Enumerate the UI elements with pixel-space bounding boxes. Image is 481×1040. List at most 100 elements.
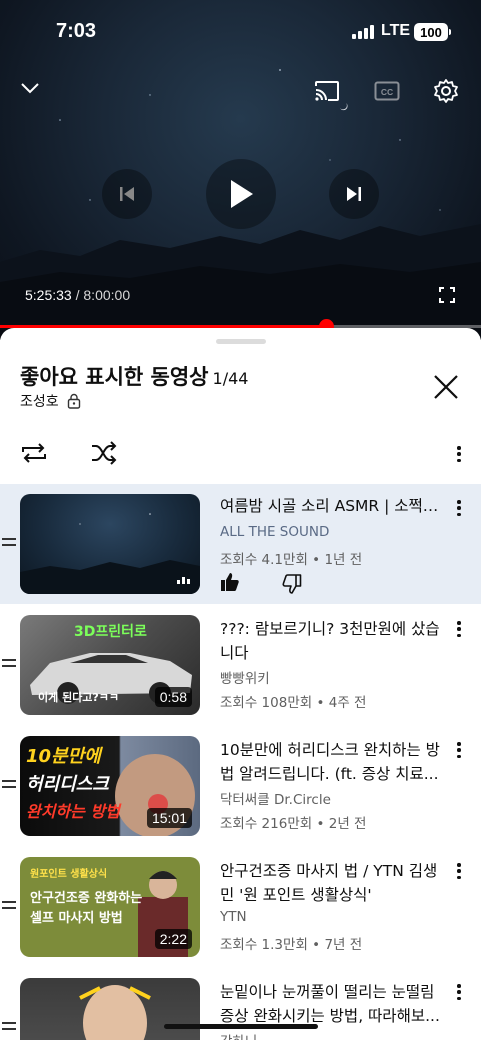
meta-separator: • bbox=[316, 695, 325, 711]
close-icon bbox=[434, 375, 458, 399]
video-title[interactable]: 여름밤 시골 소리 ASMR | 소쩍새 소리 bbox=[220, 494, 448, 518]
video-thumbnail[interactable]: 10분만에 허리디스크 완치하는 방법 15:01 bbox=[20, 736, 200, 836]
drag-reorder-icon[interactable] bbox=[2, 538, 16, 550]
thumbnail-caption-1: 10분만에 bbox=[26, 746, 101, 767]
list-item[interactable]: 10분만에 허리디스크 완치하는 방법 15:01 10분만에 허리디스크 완치… bbox=[0, 726, 481, 846]
cast-button[interactable] bbox=[310, 76, 344, 106]
minimize-button[interactable] bbox=[14, 74, 46, 102]
thumbnail-caption-3: 완치하는 방법 bbox=[26, 802, 120, 821]
drag-handle[interactable] bbox=[216, 339, 266, 344]
close-button[interactable] bbox=[430, 371, 462, 403]
playlist-title: 좋아요 표시한 동영상 1/44 bbox=[20, 361, 248, 391]
network-type: LTE bbox=[381, 22, 411, 39]
video-thumbnail[interactable]: 3D프린터로 이게 된다고?ㅋㅋ 0:58 bbox=[20, 615, 200, 715]
chevron-down-icon bbox=[21, 83, 39, 94]
current-time: 5:25:33 bbox=[25, 287, 72, 303]
cellular-signal-icon bbox=[352, 25, 374, 39]
captions-icon: CC bbox=[374, 81, 400, 101]
home-indicator[interactable] bbox=[164, 1024, 318, 1029]
meta-separator: • bbox=[316, 816, 325, 832]
repeat-icon bbox=[22, 443, 46, 463]
meta-separator: • bbox=[312, 937, 321, 953]
thumbs-up-filled-icon bbox=[221, 573, 239, 591]
play-icon bbox=[231, 180, 253, 208]
upload-age: 1년 전 bbox=[324, 552, 363, 568]
battery-icon: 100 bbox=[414, 23, 448, 41]
playlist-owner: 조성호 bbox=[20, 391, 81, 411]
playlist-position: 1/44 bbox=[212, 369, 249, 388]
view-count: 조회수 1.3만회 bbox=[220, 937, 308, 953]
channel-name: 강하니 bbox=[220, 1030, 257, 1040]
duration-badge: 15:01 bbox=[146, 808, 192, 828]
shuffle-icon bbox=[92, 441, 117, 465]
shuffle-button[interactable] bbox=[90, 440, 118, 470]
play-button[interactable] bbox=[206, 159, 276, 229]
thumbnail-caption-bottom: 이게 된다고?ㅋㅋ bbox=[38, 691, 120, 704]
thumbnail-caption-2: 허리디스크 bbox=[26, 774, 109, 795]
upload-age: 7년 전 bbox=[324, 937, 363, 953]
like-button[interactable] bbox=[220, 572, 240, 596]
video-thumbnail[interactable] bbox=[20, 494, 200, 594]
video-meta: 조회수 108만회 • 4주 전 bbox=[220, 691, 366, 711]
channel-name: ALL THE SOUND bbox=[220, 524, 330, 540]
playlist-panel: 좋아요 표시한 동영상 1/44 조성호 여름밤 시골 소리 ASMR | 소쩍… bbox=[0, 328, 481, 1040]
time-separator: / bbox=[71, 287, 84, 303]
status-time: 7:03 bbox=[56, 20, 97, 42]
settings-button[interactable] bbox=[430, 75, 462, 107]
drag-reorder-icon[interactable] bbox=[2, 659, 16, 671]
view-count: 조회수 216만회 bbox=[220, 816, 313, 832]
list-item[interactable]: 여름밤 시골 소리 ASMR | 소쩍새 소리 ALL THE SOUND 조회… bbox=[0, 484, 481, 604]
playlist-more-button[interactable] bbox=[452, 444, 466, 464]
dislike-button[interactable] bbox=[282, 574, 302, 598]
list-item[interactable]: 3D프린터로 이게 된다고?ㅋㅋ 0:58 ???: 람보르기니? 3천만원에 … bbox=[0, 605, 481, 725]
battery-level: 100 bbox=[420, 24, 442, 40]
drag-reorder-icon[interactable] bbox=[2, 901, 16, 913]
upload-age: 2년 전 bbox=[328, 816, 367, 832]
fullscreen-icon bbox=[439, 287, 455, 303]
skip-previous-icon bbox=[120, 187, 134, 201]
video-meta: 조회수 1.3만회 • 7년 전 bbox=[220, 933, 362, 953]
duration-badge: 2:22 bbox=[154, 929, 192, 949]
meta-separator: • bbox=[312, 552, 321, 568]
channel-name: 닥터써클 Dr.Circle bbox=[220, 792, 331, 808]
battery-tip bbox=[449, 29, 451, 35]
previous-button[interactable] bbox=[102, 169, 152, 219]
duration: 8:00:00 bbox=[83, 287, 131, 303]
gear-icon bbox=[434, 79, 458, 103]
next-button[interactable] bbox=[329, 169, 379, 219]
video-title[interactable]: ???: 람보르기니? 3천만원에 샀습니다 bbox=[220, 617, 448, 665]
night-sky-thumbnail bbox=[20, 513, 200, 594]
drag-reorder-icon[interactable] bbox=[2, 780, 16, 792]
video-more-button[interactable] bbox=[452, 861, 466, 881]
thumbnail-caption: 3D프린터로 bbox=[74, 621, 147, 641]
thumbnail-caption-3: 셀프 마사지 방법 bbox=[30, 911, 123, 926]
svg-text:CC: CC bbox=[381, 87, 393, 97]
time-display: 5:25:33 / 8:00:00 bbox=[25, 287, 130, 303]
video-more-button[interactable] bbox=[452, 740, 466, 760]
video-title[interactable]: 눈밑이나 눈꺼풀이 떨리는 눈떨림 증상 완화시키는 방법, 따라해보... bbox=[220, 980, 448, 1028]
status-bar: 7:03 LTE 100 bbox=[0, 0, 481, 60]
captions-button[interactable]: CC bbox=[372, 78, 402, 104]
video-player[interactable]: 7:03 LTE 100 CC 5:25:33 / 8:00:00 bbox=[0, 0, 481, 340]
now-playing-icon bbox=[177, 577, 190, 584]
fullscreen-button[interactable] bbox=[436, 284, 458, 306]
channel-name: YTN bbox=[220, 909, 247, 925]
loop-button[interactable] bbox=[20, 440, 48, 470]
video-meta: 조회수 216만회 • 2년 전 bbox=[220, 812, 366, 832]
cast-icon bbox=[315, 81, 339, 101]
video-title[interactable]: 안구건조증 마사지 법 / YTN 김생민 '원 포인트 생활상식' bbox=[220, 859, 448, 907]
channel-name: 빵빵위키 bbox=[220, 671, 270, 687]
video-more-button[interactable] bbox=[452, 982, 466, 1002]
video-thumbnail[interactable] bbox=[20, 978, 200, 1040]
list-item[interactable]: 원포인트 생활상식 안구건조증 완화하는 셀프 마사지 방법 2:22 안구건조… bbox=[0, 847, 481, 967]
thumbnail-caption-2: 안구건조증 완화하는 bbox=[30, 891, 143, 906]
video-thumbnail[interactable]: 원포인트 생활상식 안구건조증 완화하는 셀프 마사지 방법 2:22 bbox=[20, 857, 200, 957]
skip-next-icon bbox=[347, 187, 361, 201]
video-title[interactable]: 10분만에 허리디스크 완치하는 방법 알려드립니다. (ft. 증상 치료..… bbox=[220, 738, 448, 786]
owner-name: 조성호 bbox=[20, 394, 59, 410]
list-item[interactable]: 눈밑이나 눈꺼풀이 떨리는 눈떨림 증상 완화시키는 방법, 따라해보... 강… bbox=[0, 968, 481, 1040]
video-more-button[interactable] bbox=[452, 619, 466, 639]
drag-reorder-icon[interactable] bbox=[2, 1022, 16, 1034]
video-more-button[interactable] bbox=[452, 498, 466, 518]
face-thumbnail bbox=[79, 985, 151, 1040]
